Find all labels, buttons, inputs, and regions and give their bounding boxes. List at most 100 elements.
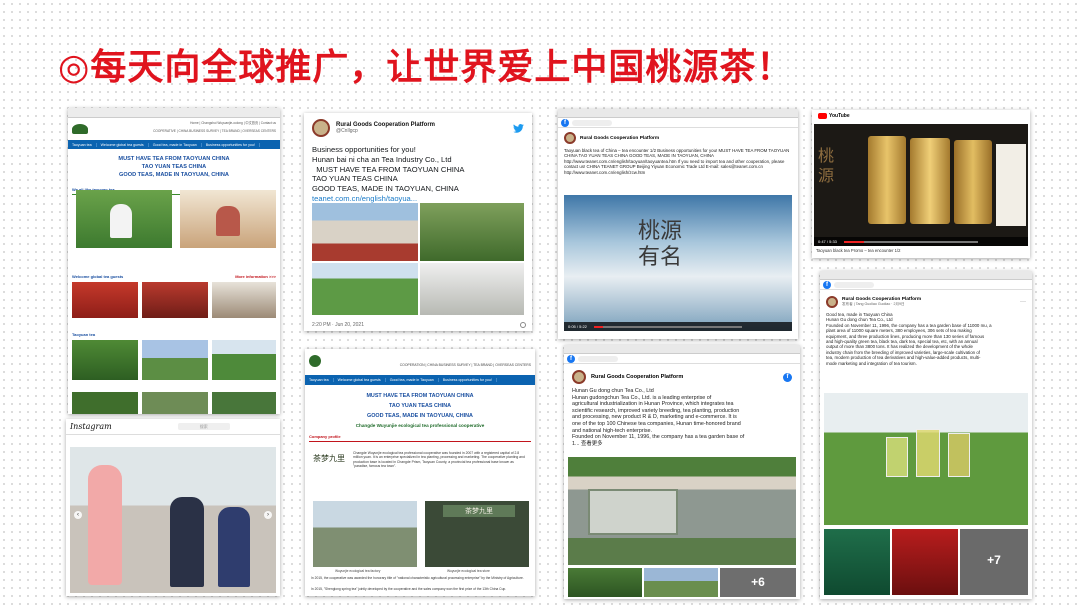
post-line: mode marketing and integration of tea to…: [826, 360, 917, 366]
nav-item[interactable]: Business opportunities for you!: [202, 142, 260, 147]
see-more-link[interactable]: 1... 查看更多: [572, 441, 792, 448]
site-header: Home | Changshui Wuyuanjie-oolong | 中文首页…: [68, 118, 280, 140]
facebook-logo-icon[interactable]: f: [561, 118, 569, 127]
youtube-logo-icon[interactable]: [818, 113, 827, 119]
headline-2: TAO YUAN TEAS CHINA: [388, 403, 452, 409]
site-nav: Taoyuan tea Welcome global tea guests Go…: [68, 140, 280, 149]
post-photo[interactable]: [824, 393, 1028, 525]
page-name[interactable]: Rural Goods Cooperation Platform: [591, 374, 783, 380]
tea-can: [868, 136, 906, 224]
next-arrow-icon[interactable]: ›: [264, 511, 272, 519]
post-photo[interactable]: [824, 529, 890, 595]
nav-item[interactable]: Business opportunities for you!: [439, 378, 497, 382]
nav-item[interactable]: Welcome global tea guests: [334, 378, 386, 382]
video-player[interactable]: 桃源有名 0:05 / 5:22: [564, 195, 792, 331]
avatar[interactable]: [826, 296, 838, 308]
video-controls[interactable]: 0:47 / 5:33: [814, 237, 1028, 246]
video-progress[interactable]: [844, 241, 978, 243]
post-line: Hunan gudongchun Tea Co., Ltd. is a lead…: [572, 394, 712, 401]
video-thumbnail[interactable]: [180, 190, 276, 248]
website-screenshot: Home | Changshui Wuyuanjie-oolong | 中文首页…: [68, 108, 280, 414]
browser-address-bar: [68, 108, 280, 118]
avatar[interactable]: [312, 119, 330, 137]
calligraphy-text: 桃源: [818, 146, 835, 185]
site-header-menu: COOPERATIVE | CHINA BUSINESS SURVEY | TE…: [153, 129, 276, 133]
facebook-video-post: f Rural Goods Cooperation Platform Taoyu…: [558, 109, 798, 339]
prev-arrow-icon[interactable]: ‹: [74, 511, 82, 519]
instagram-brand[interactable]: Instagram: [70, 422, 112, 431]
facebook-post-2: f Rural Goods Cooperation Platform f Hun…: [564, 345, 800, 599]
facebook-nav: f: [564, 354, 800, 364]
headline-3: GOOD TEAS, MADE IN TAOYUAN, CHINA: [119, 172, 229, 178]
more-link[interactable]: More information >>>: [235, 274, 276, 279]
post-meta: 发布者 | Tang Guoliao Guoliao · 2月9日: [842, 302, 905, 306]
nav-item[interactable]: Taoyuan tea: [68, 142, 97, 147]
brand-logo: 茶梦九里: [313, 453, 349, 481]
video-thumbnail[interactable]: [76, 190, 172, 248]
post-photo[interactable]: [892, 529, 958, 595]
post-photo[interactable]: [568, 568, 642, 597]
person: [88, 465, 122, 585]
calligraphy-text: 桃源有名: [638, 219, 683, 270]
facebook-logo-icon[interactable]: f: [823, 280, 831, 289]
more-options-icon[interactable]: ···: [1020, 299, 1026, 305]
facebook-logo-icon[interactable]: f: [567, 354, 575, 363]
info-icon[interactable]: [520, 322, 526, 328]
tweet-timestamp: 2:20 PM · Jun 20, 2021: [312, 322, 364, 328]
person: [170, 497, 204, 587]
post-photo[interactable]: [644, 568, 718, 597]
search-placeholder: 搜索: [199, 424, 208, 429]
post-text: Taoyuan black tea of China – tea encount…: [564, 148, 790, 175]
section-title: Welcome global tea guests More informatio…: [68, 272, 280, 281]
tea-glass: [948, 433, 970, 477]
nav-item[interactable]: Taoyuan tea: [305, 378, 334, 382]
avatar[interactable]: [572, 370, 586, 384]
facebook-logo-icon: f: [783, 372, 792, 382]
section-title: Taoyuan tea: [72, 332, 96, 337]
nav-item[interactable]: Good tea, made in Taoyuan: [149, 142, 202, 147]
post-line: Hunan Gu dong chun Tea Co., Ltd: [572, 388, 654, 394]
tea-glass: [886, 437, 908, 477]
award-text: In 2015, the cooperative was awarded the…: [311, 576, 524, 580]
more-photos[interactable]: +6: [720, 568, 796, 597]
brand-logo-text: 茶梦九里: [313, 454, 345, 463]
post-photo[interactable]: [568, 457, 796, 565]
subhead: Changde Wuyunjie ecological tea professi…: [355, 423, 485, 428]
headline-1: MUST HAVE TEA FROM TAOYUAN CHINA: [366, 393, 474, 399]
photo-caption: Wuyunjie ecological tea factory: [335, 569, 381, 573]
search-input[interactable]: 搜索: [177, 423, 230, 430]
nav-item[interactable]: Good tea, made in Taoyuan: [386, 378, 439, 382]
search-input[interactable]: [578, 355, 618, 362]
store-sign-text: 茶梦九里: [465, 507, 493, 515]
video-progress[interactable]: [594, 326, 742, 328]
headline-1: MUST HAVE TEA FROM TAOYUAN CHINA: [118, 156, 230, 162]
video-controls[interactable]: 0:05 / 5:22: [564, 322, 792, 331]
tweet-photo[interactable]: [420, 263, 524, 315]
photo: [142, 282, 208, 318]
photo: [72, 340, 138, 380]
site-logo-icon: [309, 355, 321, 367]
facebook-nav: f: [820, 280, 1032, 290]
more-photos-count: +7: [987, 553, 1001, 567]
video-player[interactable]: 桃源 0:47 / 5:33: [814, 124, 1028, 246]
tweet-photo[interactable]: [312, 203, 418, 261]
post-line: and national high-tech enterprise.: [572, 427, 653, 434]
company-profile-text: Changde Wuyunjie ecological tea professi…: [353, 451, 525, 469]
account-handle: @Cnllgcp: [336, 128, 358, 134]
award-text: In 2015, "Shenglong spring tea" jointly …: [311, 587, 507, 591]
page-name[interactable]: Rural Goods Cooperation Platform: [580, 136, 659, 141]
tweet-photo[interactable]: [312, 263, 418, 315]
search-input[interactable]: [834, 281, 874, 288]
photo: [142, 340, 208, 380]
photo-caption: Wuyunjie ecological tea store: [447, 569, 490, 573]
browser-address-bar: [558, 109, 798, 118]
nav-item[interactable]: Welcome global tea guests: [97, 142, 149, 147]
browser-address-bar: [820, 271, 1032, 280]
tweet-photo[interactable]: [420, 203, 524, 261]
instagram-photo[interactable]: ‹ ›: [70, 447, 276, 593]
facebook-nav: f: [558, 118, 798, 128]
search-input[interactable]: [572, 119, 612, 126]
more-photos[interactable]: +7: [960, 529, 1028, 595]
avatar[interactable]: [564, 132, 576, 144]
factory-photo: [313, 501, 417, 567]
